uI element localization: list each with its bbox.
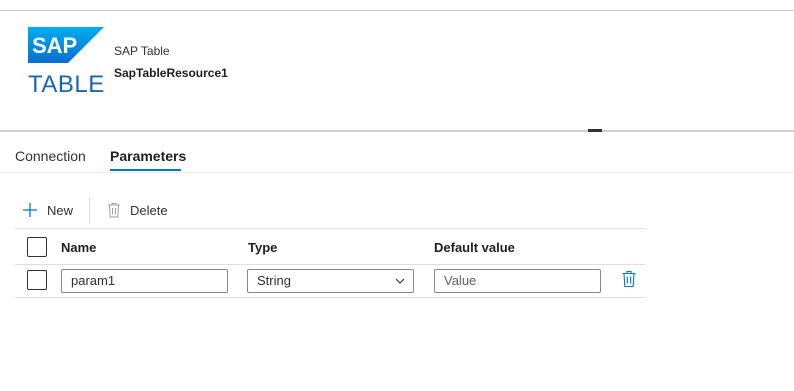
param-default-value-input[interactable]: Value	[434, 269, 601, 293]
svg-text:SAP: SAP	[32, 33, 77, 58]
top-border	[0, 10, 794, 11]
param-name-input[interactable]: param1	[61, 269, 228, 293]
new-button[interactable]: New	[22, 200, 73, 220]
sap-table-logo: SAP ® TABLE	[28, 27, 104, 99]
column-header-type: Type	[248, 240, 278, 255]
delete-button-label: Delete	[130, 202, 168, 218]
new-button-label: New	[47, 202, 74, 218]
dataset-type: SAP Table	[114, 44, 170, 58]
toolbar-divider	[89, 197, 90, 223]
row-trash-icon[interactable]	[621, 270, 637, 288]
column-header-default-value: Default value	[434, 240, 515, 255]
row-checkbox[interactable]	[27, 270, 47, 290]
grid-top-border	[15, 228, 646, 229]
param-type-select[interactable]: String	[247, 269, 414, 293]
grid-header-separator	[15, 264, 646, 265]
tab-parameters[interactable]: Parameters	[110, 148, 186, 164]
column-header-name: Name	[61, 240, 97, 255]
logo-table-word: TABLE	[28, 71, 105, 98]
plus-icon	[23, 203, 37, 217]
dataset-name: SapTableResource1	[114, 66, 228, 80]
trash-icon	[108, 203, 120, 218]
svg-text:®: ®	[75, 55, 79, 62]
sap-logo: SAP ®	[28, 27, 104, 63]
tab-connection[interactable]: Connection	[15, 148, 86, 164]
param-type-value: String	[257, 273, 291, 288]
grid-bottom-border	[15, 297, 646, 298]
header-separator	[0, 130, 794, 132]
resize-handle[interactable]	[588, 129, 602, 132]
select-all-checkbox[interactable]	[27, 237, 47, 257]
active-tab-indicator	[110, 169, 181, 171]
delete-button[interactable]: Delete	[107, 200, 168, 220]
chevron-down-icon	[395, 278, 405, 284]
tabs-separator	[0, 172, 794, 173]
